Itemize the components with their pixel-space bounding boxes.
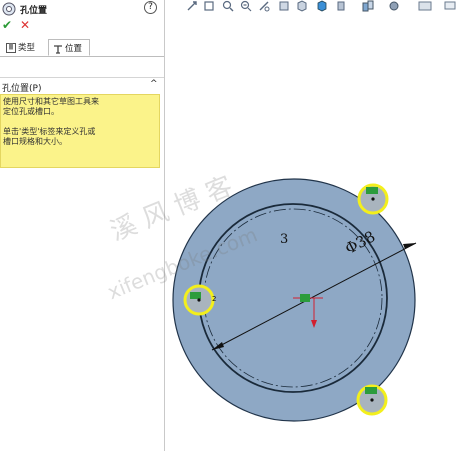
graphics-area[interactable] [166, 0, 474, 451]
tab-position[interactable]: 位置 [48, 39, 90, 56]
scene-icon[interactable] [388, 0, 402, 12]
message-line: 使用尺寸和其它草图工具来 [3, 97, 99, 106]
hide-show-icon[interactable] [336, 0, 350, 12]
view-settings-icon[interactable] [418, 0, 432, 12]
section-view-icon[interactable] [258, 0, 272, 12]
message-line: 定位孔或槽口。 [3, 107, 59, 116]
cancel-button[interactable]: ✕ [20, 18, 30, 32]
panel-tabs: 类型 位置 [0, 36, 164, 57]
position-icon [53, 44, 63, 54]
zoom-fit-icon[interactable] [186, 0, 200, 12]
help-button[interactable]: ? [144, 1, 157, 14]
message-line: 槽口规格和大小。 [3, 137, 67, 146]
search-icon[interactable] [222, 0, 236, 12]
monitor-icon[interactable] [444, 0, 458, 12]
chevron-up-icon[interactable]: ^ [150, 79, 158, 89]
section-hole-position[interactable]: 孔位置(P) ^ [0, 77, 164, 94]
message-line: 单击'类型'标签来定义孔或 [3, 127, 96, 136]
ok-button[interactable]: ✔ [2, 18, 12, 32]
panel-actions: ✔ ✕ [0, 18, 164, 36]
tab-type-label: 类型 [18, 43, 36, 53]
hole-position-icon [2, 2, 16, 16]
tab-position-label: 位置 [65, 44, 83, 54]
zoom-area-icon[interactable] [204, 0, 218, 12]
zoom-icon[interactable] [240, 0, 254, 12]
shaded-cube-icon[interactable] [316, 0, 330, 12]
hole-type-icon [6, 42, 16, 53]
info-message: 使用尺寸和其它草图工具来 定位孔或槽口。 单击'类型'标签来定义孔或 槽口规格和… [0, 94, 160, 168]
note-number: 3 [280, 232, 289, 247]
view-orientation-icon[interactable] [278, 0, 292, 12]
panel-title: 孔位置 [20, 6, 48, 16]
panel-header: 孔位置 ? [0, 0, 164, 18]
tab-type[interactable]: 类型 [2, 39, 44, 56]
section-label: 孔位置(P) [2, 84, 42, 94]
point-tag: 2 [212, 295, 217, 303]
display-style-icon[interactable] [296, 0, 310, 12]
appearance-icon[interactable] [362, 0, 376, 12]
